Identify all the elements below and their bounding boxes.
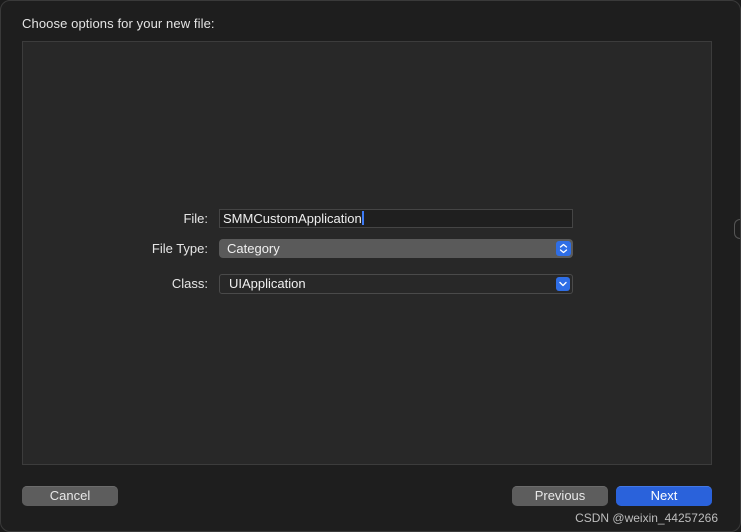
new-file-options-dialog: Choose options for your new file: File: … — [0, 0, 741, 532]
file-label: File: — [183, 211, 208, 226]
class-row: Class: UIApplication — [23, 274, 711, 294]
class-label: Class: — [171, 276, 208, 291]
file-type-selected: Category — [227, 241, 280, 256]
up-down-chevron-icon — [556, 241, 571, 256]
file-type-popup[interactable]: Category — [219, 239, 573, 258]
previous-button[interactable]: Previous — [512, 486, 608, 506]
file-type-row: File Type: Category — [23, 239, 711, 259]
class-combo-box[interactable]: UIApplication — [219, 274, 573, 294]
next-button[interactable]: Next — [616, 486, 712, 506]
chevron-down-icon[interactable] — [556, 277, 570, 291]
file-name-value: SMMCustomApplication — [223, 211, 362, 226]
options-panel: File: SMMCustomApplication File Type: Ca… — [22, 41, 712, 465]
file-name-field[interactable]: SMMCustomApplication — [219, 209, 573, 228]
file-row: File: SMMCustomApplication — [23, 209, 711, 229]
dialog-title: Choose options for your new file: — [22, 16, 215, 31]
window-edge-handle — [734, 219, 740, 239]
class-value: UIApplication — [229, 276, 306, 291]
file-type-label: File Type: — [151, 241, 208, 256]
cancel-button[interactable]: Cancel — [22, 486, 118, 506]
watermark: CSDN @weixin_44257266 — [575, 511, 718, 525]
text-caret — [361, 211, 364, 225]
